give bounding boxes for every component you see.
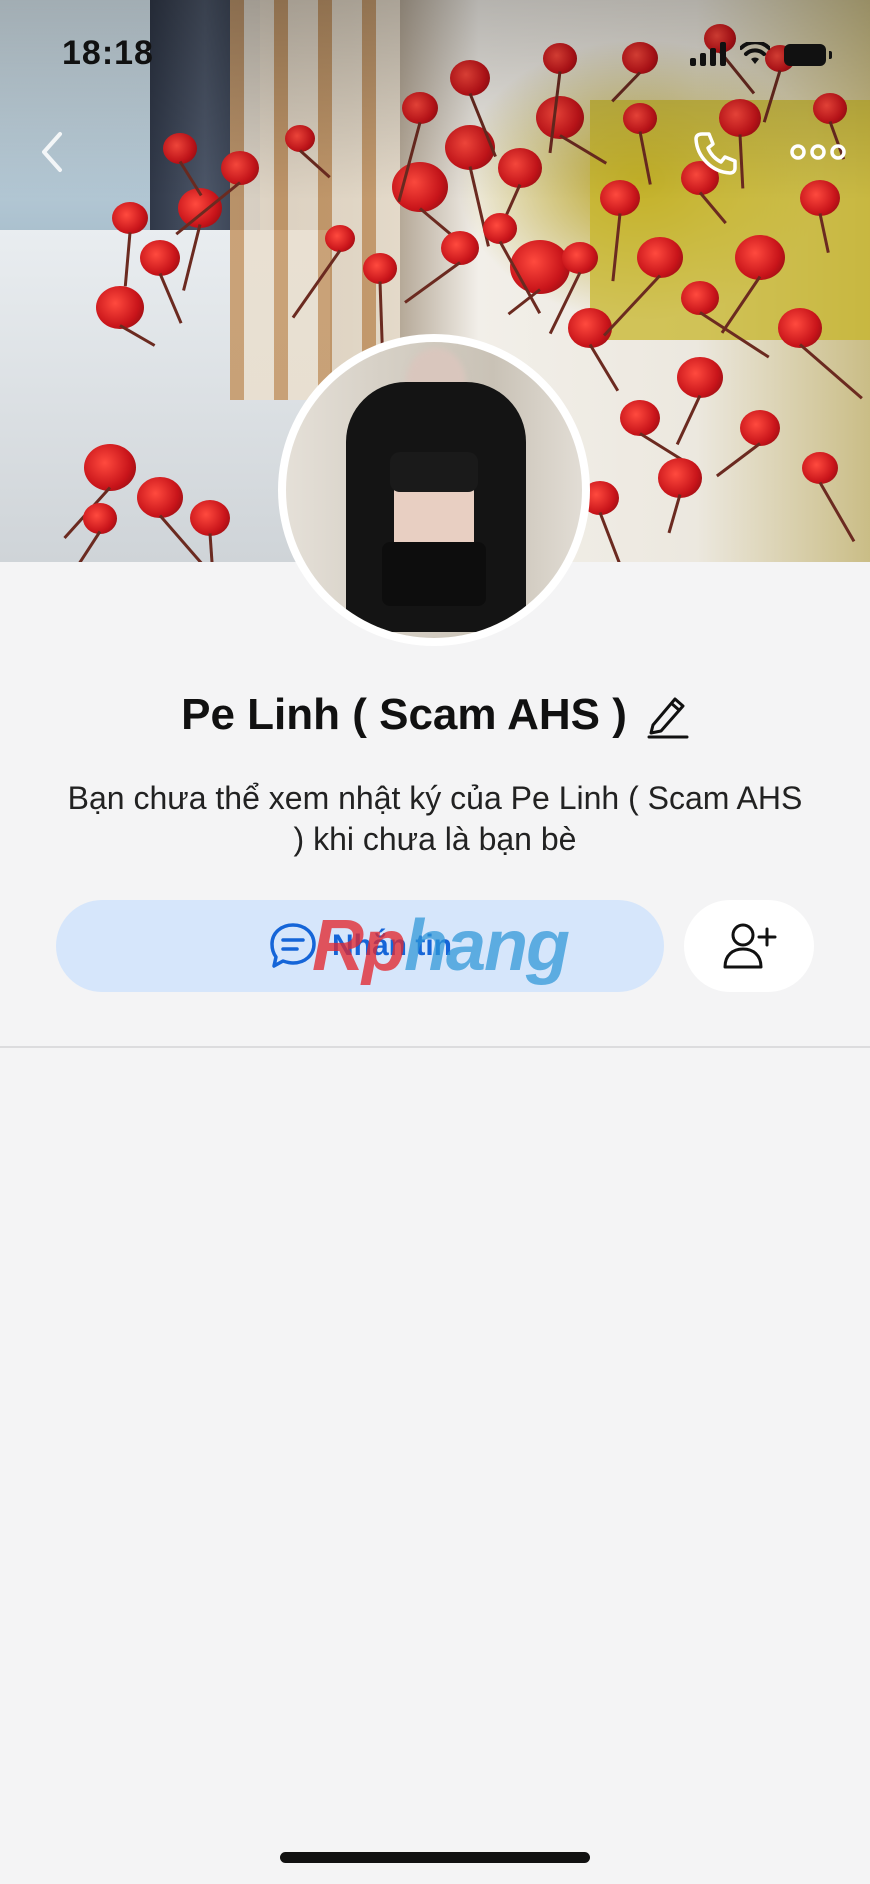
wifi-icon: [740, 42, 770, 64]
home-indicator[interactable]: [280, 1852, 590, 1863]
flower: [441, 231, 479, 266]
chat-bubble-icon: [270, 923, 316, 968]
section-divider: [0, 1046, 870, 1048]
flower: [140, 240, 180, 276]
pencil-icon[interactable]: [645, 691, 689, 739]
cellular-signal-icon: [690, 40, 726, 66]
flower: [778, 308, 822, 348]
flower-stem: [588, 343, 620, 392]
status-icons: [690, 40, 832, 66]
flower: [735, 235, 785, 280]
flower: [658, 458, 702, 498]
profile-name-row: Pe Linh ( Scam AHS ): [0, 690, 870, 740]
message-button-label: Nhắn tin: [332, 929, 452, 962]
flower: [96, 286, 144, 330]
chevron-left-icon[interactable]: [34, 128, 70, 176]
flower-stem: [507, 288, 541, 316]
flower: [83, 503, 117, 534]
flower: [677, 357, 723, 399]
add-friend-icon: [723, 923, 777, 969]
flower-stem: [675, 394, 702, 445]
message-button[interactable]: Nhắn tin: [56, 900, 664, 992]
profile-name: Pe Linh ( Scam AHS ): [181, 690, 627, 739]
flower: [510, 240, 570, 294]
flower-stem: [799, 343, 863, 400]
flower: [802, 452, 838, 485]
avatar-photo: [286, 342, 582, 638]
flower-stem: [715, 442, 761, 478]
flower: [363, 253, 397, 284]
status-time: 18:18: [62, 34, 154, 72]
flower: [483, 213, 517, 244]
status-bar: 18:18: [0, 0, 870, 110]
more-dots-icon[interactable]: [790, 140, 846, 164]
diary-privacy-notice: Bạn chưa thể xem nhật ký của Pe Linh ( S…: [67, 780, 803, 857]
flower-stem: [598, 512, 631, 562]
flower: [637, 237, 683, 279]
flower: [84, 444, 136, 491]
flower-stem: [818, 481, 856, 542]
flower: [137, 477, 183, 519]
flower: [620, 400, 660, 436]
phone-icon[interactable]: [690, 128, 740, 178]
flower: [740, 410, 780, 446]
flower: [568, 308, 612, 348]
avatar[interactable]: [278, 334, 590, 646]
flower-stem: [667, 494, 682, 534]
flower: [190, 500, 230, 536]
flower-stem: [404, 261, 461, 305]
battery-icon: [784, 44, 832, 66]
add-friend-button[interactable]: [684, 900, 814, 992]
flower: [325, 225, 355, 252]
